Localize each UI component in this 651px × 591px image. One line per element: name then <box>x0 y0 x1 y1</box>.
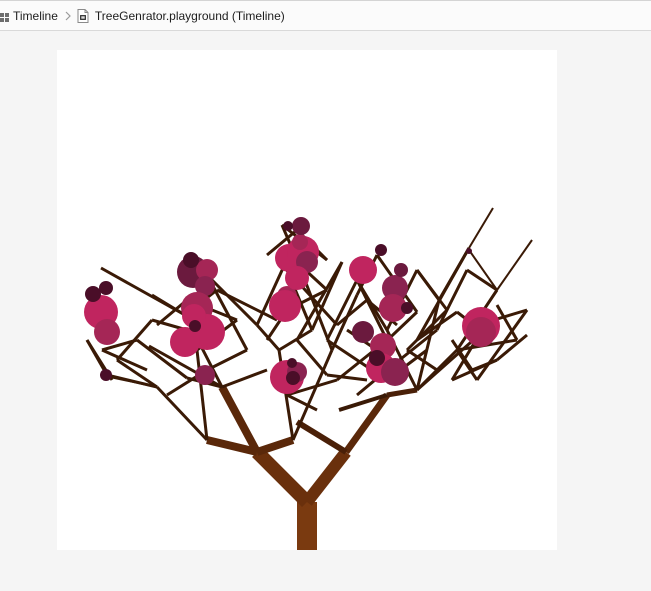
tree-branch <box>206 348 248 372</box>
blossom <box>466 317 496 347</box>
tree-branch <box>415 269 449 311</box>
jump-bar: Timeline TreeGenrator.playground (Timeli… <box>0 0 651 31</box>
tree-branch <box>326 373 368 382</box>
blossom <box>349 256 377 284</box>
tree-branch <box>415 247 471 341</box>
blossom <box>189 320 201 332</box>
tree-illustration <box>84 207 533 550</box>
blossom <box>285 266 309 290</box>
tree-branch <box>195 349 209 441</box>
breadcrumb-playground-file[interactable]: TreeGenrator.playground (Timeline) <box>77 8 285 23</box>
blossom <box>195 365 215 385</box>
blossom <box>183 252 199 268</box>
blossom <box>269 290 301 322</box>
tree-branch <box>255 436 295 456</box>
timeline-canvas <box>57 50 557 550</box>
tree-branch <box>468 207 494 249</box>
tree-branch <box>416 310 458 342</box>
blossom <box>292 234 308 250</box>
blossom <box>401 302 413 314</box>
blossom <box>286 371 300 385</box>
blossom <box>287 358 297 368</box>
tree-branch <box>468 249 498 291</box>
tree-branch <box>343 392 390 455</box>
blossom <box>85 286 101 302</box>
blossom <box>283 221 293 231</box>
blossom <box>292 217 310 235</box>
tree-branch <box>466 268 498 292</box>
tree-branch <box>155 385 209 442</box>
blossom <box>369 350 385 366</box>
blossom <box>100 369 112 381</box>
blossom <box>94 319 120 345</box>
tree-branch <box>302 448 351 506</box>
breadcrumb-timeline-label: Timeline <box>13 8 58 23</box>
tree-branch <box>221 368 268 389</box>
tree-branch <box>252 447 312 507</box>
blossom <box>381 358 409 386</box>
playground-file-icon <box>77 8 89 23</box>
breadcrumb-playground-label: TreeGenrator.playground (Timeline) <box>94 8 285 23</box>
tree-branch <box>386 387 418 398</box>
blossom <box>466 248 472 254</box>
blossom <box>352 321 374 343</box>
chevron-right-icon <box>63 11 73 21</box>
blossom <box>375 244 387 256</box>
tree-branch <box>295 419 348 455</box>
blossom <box>99 281 113 295</box>
tree-branch <box>278 328 313 352</box>
tree-branch <box>496 239 533 291</box>
breadcrumb-timeline[interactable]: Timeline <box>0 9 58 23</box>
tree-branch <box>495 304 519 341</box>
grid-icon <box>0 11 9 22</box>
blossom <box>394 263 408 277</box>
